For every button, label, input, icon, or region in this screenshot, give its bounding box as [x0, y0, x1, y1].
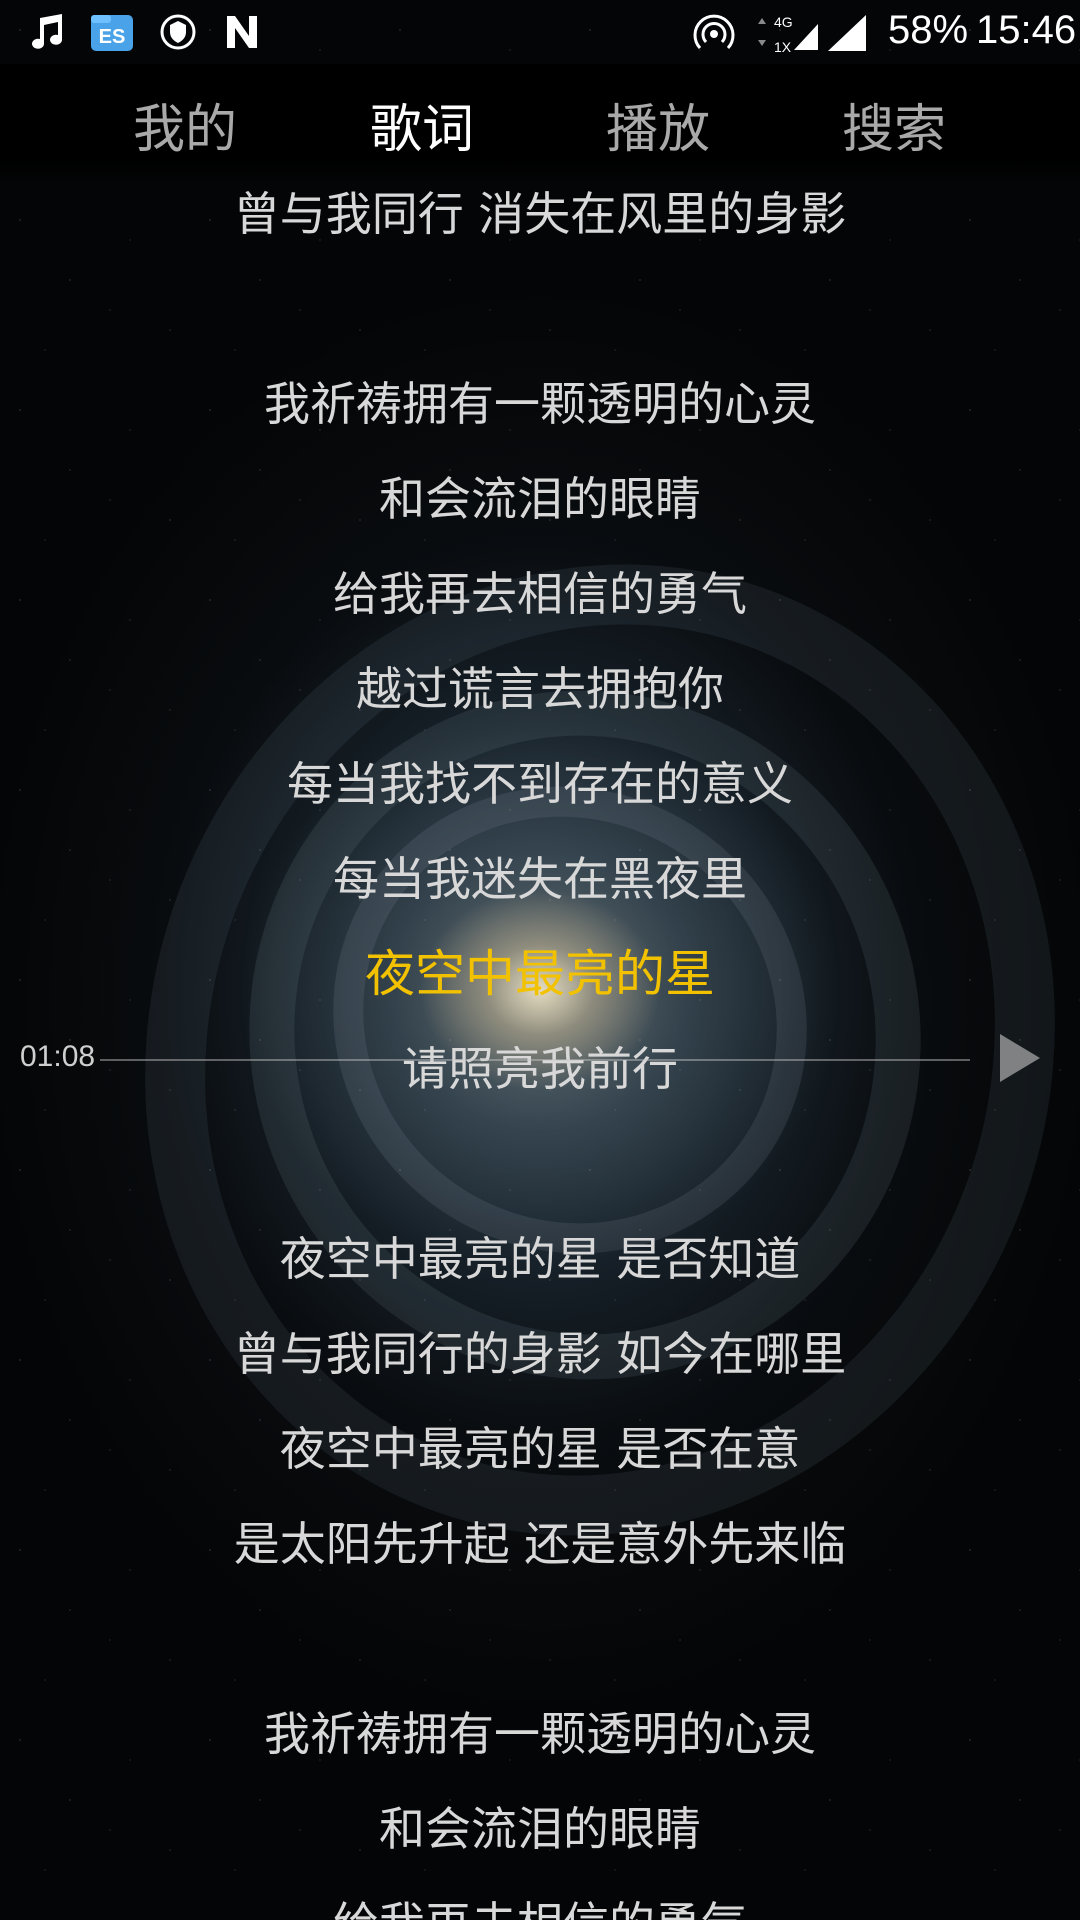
- seek-time: 01:08: [20, 1040, 96, 1073]
- tab-lyrics[interactable]: 歌词: [332, 90, 512, 170]
- n-app-icon: [222, 12, 262, 52]
- lyrics-screen: 曾与我同行 消失在风里的身影 我祈祷拥有一颗透明的心灵 和会流泪的眼睛 给我再去相信的…: [0, 0, 1080, 1920]
- seek-line[interactable]: [100, 1059, 970, 1061]
- network-bottom-label: 1X: [774, 39, 792, 54]
- lyric-line[interactable]: 和会流泪的眼睛: [0, 469, 1080, 529]
- lyric-line[interactable]: 每当我迷失在黑夜里: [0, 849, 1080, 909]
- lyric-line[interactable]: 给我再去相信的勇气: [0, 1894, 1080, 1920]
- tab-bar: 我的 歌词 播放 搜索: [0, 90, 1080, 170]
- play-icon[interactable]: [1000, 1034, 1040, 1082]
- battery-percent: 58%: [888, 8, 969, 52]
- lyric-line[interactable]: 请照亮我前行: [0, 1039, 1080, 1099]
- lyric-line[interactable]: 夜空中最亮的星 是否知道: [0, 1229, 1080, 1289]
- lyric-line[interactable]: 和会流泪的眼睛: [0, 1799, 1080, 1859]
- network-top-label: 4G: [774, 14, 793, 30]
- status-bar: ES 4G 1X 58% 15:46: [0, 0, 1080, 64]
- music-note-icon: [28, 12, 68, 52]
- tab-play[interactable]: 播放: [568, 90, 748, 170]
- mobile-signal-icon: 4G 1X: [752, 12, 822, 54]
- hotspot-icon: [692, 12, 736, 52]
- lyrics-list[interactable]: 曾与我同行 消失在风里的身影 我祈祷拥有一颗透明的心灵 和会流泪的眼睛 给我再去相信的…: [0, 0, 1080, 1920]
- clock: 15:46: [976, 8, 1077, 52]
- tab-search[interactable]: 搜索: [804, 90, 984, 170]
- signal-icon: [826, 12, 870, 52]
- current-lyric-line[interactable]: 夜空中最亮的星: [0, 944, 1080, 1004]
- file-manager-icon: ES: [88, 12, 136, 52]
- lyric-line[interactable]: 曾与我同行 消失在风里的身影: [0, 184, 1080, 244]
- lyric-line[interactable]: 是太阳先升起 还是意外先来临: [0, 1514, 1080, 1574]
- shield-icon: [158, 12, 198, 52]
- lyric-line[interactable]: 我祈祷拥有一颗透明的心灵: [0, 1704, 1080, 1764]
- lyric-line[interactable]: 曾与我同行的身影 如今在哪里: [0, 1324, 1080, 1384]
- lyric-line[interactable]: 越过谎言去拥抱你: [0, 659, 1080, 719]
- lyric-line[interactable]: 夜空中最亮的星 是否在意: [0, 1419, 1080, 1479]
- lyric-line[interactable]: 每当我找不到存在的意义: [0, 754, 1080, 814]
- lyric-line[interactable]: 我祈祷拥有一颗透明的心灵: [0, 374, 1080, 434]
- tab-mine[interactable]: 我的: [95, 90, 275, 170]
- svg-text:ES: ES: [99, 26, 126, 48]
- lyric-line[interactable]: 给我再去相信的勇气: [0, 564, 1080, 624]
